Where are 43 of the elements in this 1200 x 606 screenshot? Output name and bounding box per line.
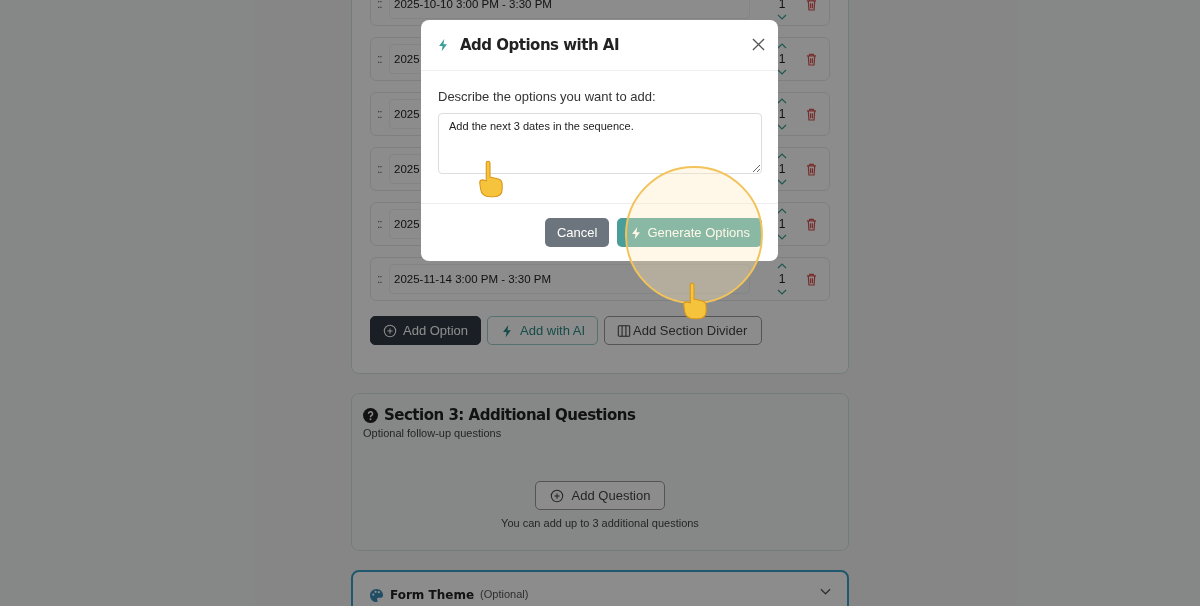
- pointing-hand-icon: [680, 282, 708, 320]
- form-theme-card[interactable]: Form Theme (Optional): [351, 570, 849, 606]
- chevron-down-icon[interactable]: [820, 588, 831, 595]
- plus-circle-icon: [383, 323, 397, 338]
- quantity-value: 1: [778, 162, 786, 176]
- option-field[interactable]: 2025-10-10 3:00 PM - 3:30 PM: [389, 0, 750, 19]
- prompt-field[interactable]: Add the next 3 dates in the sequence.: [438, 112, 762, 174]
- trash-icon[interactable]: [806, 0, 817, 11]
- drag-handle[interactable]: ::: [377, 52, 389, 66]
- quantity-value: 1: [778, 107, 786, 121]
- trash-icon[interactable]: [806, 52, 817, 66]
- drag-handle[interactable]: ::: [377, 162, 389, 176]
- quantity-value: 1: [778, 0, 786, 11]
- help-text: You can add up to 3 additional questions: [501, 517, 699, 529]
- add-button[interactable]: Add Option: [370, 316, 482, 345]
- prompt-label: Describe the options you want to add:: [438, 88, 657, 104]
- optional-label: (Optional): [480, 588, 529, 600]
- pointing-hand-icon: [476, 160, 504, 198]
- close-icon[interactable]: [752, 38, 765, 52]
- question-icon: [363, 407, 378, 423]
- drag-handle[interactable]: ::: [377, 272, 389, 286]
- dialog-button[interactable]: Cancel: [544, 218, 610, 247]
- option-field[interactable]: 2025-11-14 3:00 PM - 3:30 PM: [389, 264, 750, 294]
- quantity-value: 1: [778, 272, 786, 286]
- trash-icon[interactable]: [806, 272, 817, 286]
- section-title: Section 3: Additional Questions: [384, 406, 636, 424]
- quantity-value: 1: [778, 217, 786, 231]
- columns-icon: [617, 323, 632, 338]
- trash-icon[interactable]: [806, 107, 817, 121]
- add-button[interactable]: Add with AI: [487, 316, 599, 345]
- plus-circle-icon: [549, 488, 564, 503]
- add-question-button[interactable]: Add Question: [534, 481, 666, 510]
- dialog-title: Add Options with AI: [460, 35, 619, 54]
- drag-handle[interactable]: ::: [377, 0, 389, 11]
- quantity-value: 1: [778, 52, 786, 66]
- form-theme-title: Form Theme: [390, 588, 475, 602]
- section-subtitle: Optional follow-up questions: [363, 427, 502, 439]
- drag-handle[interactable]: ::: [377, 217, 389, 231]
- drag-handle[interactable]: ::: [377, 107, 389, 121]
- add-button[interactable]: Add Section Divider: [604, 316, 763, 345]
- palette-icon: [369, 588, 384, 603]
- trash-icon[interactable]: [806, 217, 817, 231]
- trash-icon[interactable]: [806, 162, 817, 176]
